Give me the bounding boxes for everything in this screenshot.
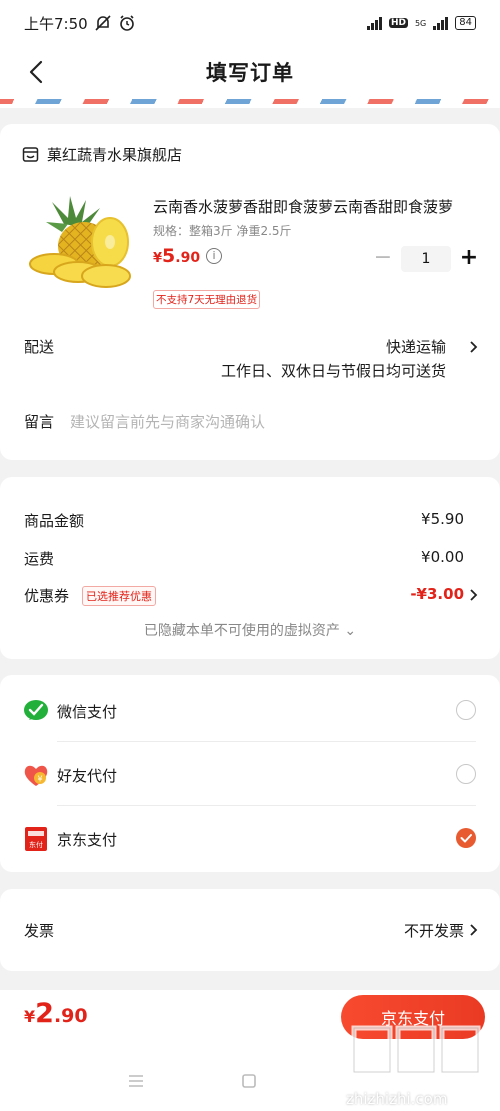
battery-level: 84 xyxy=(459,17,472,28)
coupon-badge: 已选推荐优惠 xyxy=(82,586,156,606)
total-price: ¥ 2 .90 xyxy=(24,998,88,1029)
invoice-card[interactable]: 发票 不开发票 xyxy=(0,889,500,971)
coupon-value[interactable]: -¥3.00 xyxy=(410,585,464,603)
total-integer: 2 xyxy=(35,998,54,1029)
payment-label: 好友代付 xyxy=(57,767,118,785)
shipping-label: 运费 xyxy=(24,550,55,568)
quantity-input[interactable] xyxy=(401,246,451,272)
nav-bar: 填写订单 xyxy=(0,46,500,98)
product-image[interactable] xyxy=(24,194,138,300)
goods-amount-value: ¥5.90 xyxy=(421,510,464,528)
hd-icon: HD xyxy=(388,18,408,28)
payment-radio-unchecked[interactable] xyxy=(456,700,476,720)
price-symbol: ¥ xyxy=(153,251,163,266)
payment-label: 京东支付 xyxy=(57,831,118,849)
total-decimal: .90 xyxy=(53,1005,88,1027)
quantity-stepper: − + xyxy=(373,246,479,272)
delivery-method[interactable]: 快递运输 xyxy=(386,336,446,357)
order-card: 菓红蔬青水果旗舰店 云南香水菠萝香甜即食菠萝云南香甜即食菠萝 规格：整箱3斤 净… xyxy=(0,124,500,460)
signal-icon-2 xyxy=(433,16,449,30)
chevron-right-icon[interactable] xyxy=(468,588,478,602)
payment-label: 微信支付 xyxy=(57,703,118,721)
bottom-bar: ¥ 2 .90 京东支付 xyxy=(0,990,500,1111)
payment-option-wechat[interactable]: 微信支付 xyxy=(0,678,500,742)
status-bar: 上午7:50 HD 5G 84 xyxy=(0,0,500,46)
signal-icon xyxy=(366,16,382,30)
chevron-right-icon[interactable] xyxy=(468,340,478,354)
store-icon xyxy=(22,147,39,162)
back-button[interactable] xyxy=(20,56,52,88)
price-integer: 5 xyxy=(162,245,176,267)
svg-text:¥: ¥ xyxy=(37,775,42,784)
product-price: ¥ 5 .90 xyxy=(153,245,200,267)
status-time: 上午7:50 xyxy=(24,14,88,33)
invoice-value[interactable]: 不开发票 xyxy=(404,920,464,941)
payment-option-friend[interactable]: ¥ 好友代付 xyxy=(0,742,500,806)
hidden-assets-toggle[interactable]: 已隐藏本单不可使用的虚拟资产 ⌄ xyxy=(0,620,500,640)
alarm-icon xyxy=(119,15,134,31)
delivery-label: 配送 xyxy=(24,338,55,356)
product-title[interactable]: 云南香水菠萝香甜即食菠萝云南香甜即食菠萝 xyxy=(153,196,478,217)
svg-text:东付: 东付 xyxy=(29,840,43,849)
coupon-label[interactable]: 优惠券 xyxy=(24,585,69,606)
remark-input[interactable]: 建议留言前先与商家沟通确认 xyxy=(70,411,265,432)
price-info-icon[interactable]: i xyxy=(206,248,222,264)
payment-option-jd[interactable]: 东付 京东支付 xyxy=(0,806,500,870)
bell-muted-icon xyxy=(95,15,111,31)
wechat-pay-icon xyxy=(24,700,48,720)
payment-radio-checked[interactable] xyxy=(456,828,476,848)
friend-pay-icon: ¥ xyxy=(24,765,48,786)
amount-card: 商品金额 ¥5.90 运费 ¥0.00 优惠券 已选推荐优惠 -¥3.00 已隐… xyxy=(0,477,500,659)
decrease-quantity-button[interactable]: − xyxy=(373,247,393,269)
chevron-right-icon[interactable] xyxy=(468,923,478,937)
system-nav-bar xyxy=(0,1060,500,1100)
chevron-left-icon xyxy=(29,60,43,84)
battery-icon: 84 xyxy=(455,16,476,30)
invoice-label: 发票 xyxy=(24,922,55,940)
store-name: 菓红蔬青水果旗舰店 xyxy=(47,146,183,164)
page-title: 填写订单 xyxy=(206,61,294,85)
price-decimal: .90 xyxy=(175,250,201,266)
payment-card: 微信支付 ¥ 好友代付 东付 京东支付 xyxy=(0,675,500,872)
remark-label: 留言 xyxy=(24,413,55,431)
increase-quantity-button[interactable]: + xyxy=(459,247,479,269)
payment-radio-unchecked[interactable] xyxy=(456,764,476,784)
product-spec: 规格：整箱3斤 净重2.5斤 xyxy=(153,224,292,238)
store-row[interactable]: 菓红蔬青水果旗舰店 xyxy=(22,144,182,165)
jd-pay-icon: 东付 xyxy=(25,827,47,851)
goods-amount-label: 商品金额 xyxy=(24,512,85,530)
total-symbol: ¥ xyxy=(24,1007,36,1026)
submit-pay-button[interactable]: 京东支付 xyxy=(341,995,485,1039)
delivery-schedule: 工作日、双休日与节假日均可送货 xyxy=(220,362,446,380)
shipping-value: ¥0.00 xyxy=(421,548,464,566)
address-envelope-border xyxy=(0,98,500,108)
envelope-stripe xyxy=(0,99,500,104)
menu-icon[interactable] xyxy=(128,1074,144,1088)
network-type-label: 5G xyxy=(414,18,427,28)
checkmark-icon xyxy=(460,834,472,843)
return-policy-badge: 不支持7天无理由退货 xyxy=(153,290,261,309)
home-icon[interactable] xyxy=(241,1073,257,1089)
